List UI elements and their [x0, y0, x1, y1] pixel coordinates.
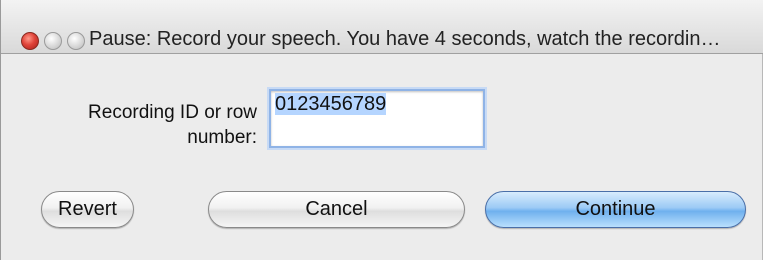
- recording-id-input[interactable]: 0123456789: [269, 89, 485, 148]
- close-window-icon[interactable]: [21, 32, 39, 50]
- revert-button[interactable]: Revert: [41, 191, 134, 228]
- window-title: Pause: Record your speech. You have 4 se…: [89, 28, 721, 50]
- continue-button[interactable]: Continue: [485, 191, 746, 228]
- cancel-button[interactable]: Cancel: [208, 191, 465, 228]
- minimize-window-icon[interactable]: [44, 32, 62, 50]
- recording-id-value: 0123456789: [275, 93, 387, 115]
- dialog-window: Pause: Record your speech. You have 4 se…: [0, 0, 763, 260]
- recording-id-label: Recording ID or row number:: [88, 102, 257, 148]
- zoom-window-icon[interactable]: [67, 32, 85, 50]
- title-bar[interactable]: Pause: Record your speech. You have 4 se…: [1, 0, 763, 54]
